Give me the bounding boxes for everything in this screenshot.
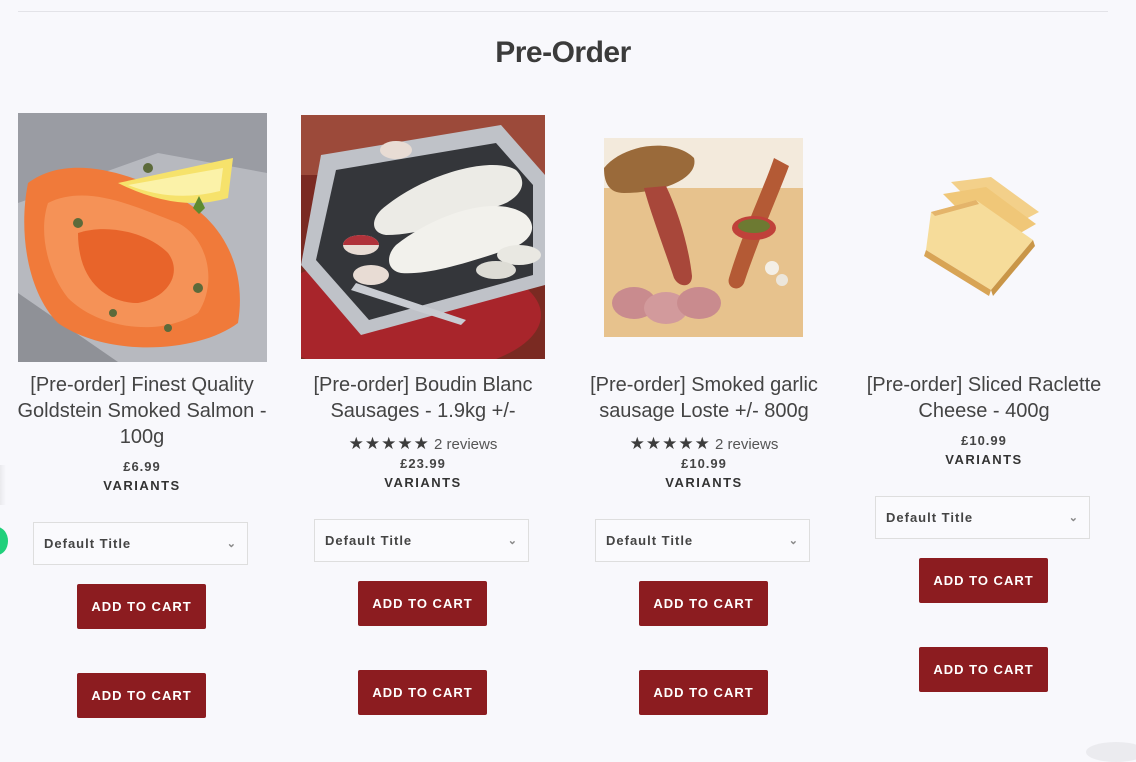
product-card: [Pre-order] Smoked garlic sausage Loste …	[579, 0, 829, 748]
product-price: £10.99	[961, 433, 1007, 448]
product-price: £23.99	[400, 456, 446, 471]
variant-select-value: Default Title	[325, 533, 413, 548]
add-to-cart-button[interactable]: ADD TO CART	[919, 558, 1048, 603]
variant-select[interactable]: Default Title ⌄	[875, 496, 1090, 539]
variant-select[interactable]: Default Title ⌄	[595, 519, 810, 562]
product-title[interactable]: [Pre-order] Boudin Blanc Sausages - 1.9k…	[292, 372, 554, 424]
variants-label: VARIANTS	[945, 452, 1023, 467]
add-to-cart-button-secondary[interactable]: ADD TO CART	[919, 647, 1048, 692]
add-to-cart-button[interactable]: ADD TO CART	[639, 581, 768, 626]
product-image-raclette-cheese[interactable]	[921, 172, 1049, 300]
corner-widget-shadow	[1086, 742, 1136, 762]
product-rating[interactable]: ★★★★★ 2 reviews	[298, 434, 548, 454]
add-to-cart-button[interactable]: ADD TO CART	[358, 581, 487, 626]
chevron-down-icon: ⌄	[507, 535, 518, 547]
add-to-cart-button-secondary[interactable]: ADD TO CART	[639, 670, 768, 715]
product-card: [Pre-order] Finest Quality Goldstein Smo…	[17, 0, 267, 748]
product-image-garlic-sausage[interactable]	[604, 138, 803, 337]
variant-select-value: Default Title	[606, 533, 694, 548]
product-card: [Pre-order] Boudin Blanc Sausages - 1.9k…	[298, 0, 548, 748]
star-icon: ★★★★★	[629, 434, 711, 453]
product-title[interactable]: [Pre-order] Smoked garlic sausage Loste …	[573, 372, 835, 424]
add-to-cart-button[interactable]: ADD TO CART	[77, 584, 206, 629]
product-card: [Pre-order] Sliced Raclette Cheese - 400…	[859, 0, 1109, 748]
review-count: 2 reviews	[434, 436, 498, 453]
product-grid: [Pre-order] Finest Quality Goldstein Smo…	[0, 0, 1136, 748]
variant-select-value: Default Title	[44, 536, 132, 551]
star-icon: ★★★★★	[348, 434, 430, 453]
variants-label: VARIANTS	[384, 475, 462, 490]
variants-label: VARIANTS	[665, 475, 743, 490]
product-title[interactable]: [Pre-order] Finest Quality Goldstein Smo…	[11, 372, 273, 450]
edge-shadow	[0, 465, 6, 505]
chevron-down-icon: ⌄	[788, 535, 799, 547]
variants-label: VARIANTS	[103, 478, 181, 493]
product-rating[interactable]: ★★★★★ 2 reviews	[579, 434, 829, 454]
product-price: £6.99	[123, 459, 161, 474]
product-image-boudin-blanc[interactable]	[301, 115, 545, 359]
chevron-down-icon: ⌄	[226, 538, 237, 550]
add-to-cart-button-secondary[interactable]: ADD TO CART	[358, 670, 487, 715]
review-count: 2 reviews	[715, 436, 779, 453]
chevron-down-icon: ⌄	[1068, 512, 1079, 524]
product-title[interactable]: [Pre-order] Sliced Raclette Cheese - 400…	[853, 372, 1115, 424]
variant-select-value: Default Title	[886, 510, 974, 525]
variant-select[interactable]: Default Title ⌄	[33, 522, 248, 565]
add-to-cart-button-secondary[interactable]: ADD TO CART	[77, 673, 206, 718]
product-price: £10.99	[681, 456, 727, 471]
product-image-smoked-salmon[interactable]	[18, 113, 267, 362]
variant-select[interactable]: Default Title ⌄	[314, 519, 529, 562]
